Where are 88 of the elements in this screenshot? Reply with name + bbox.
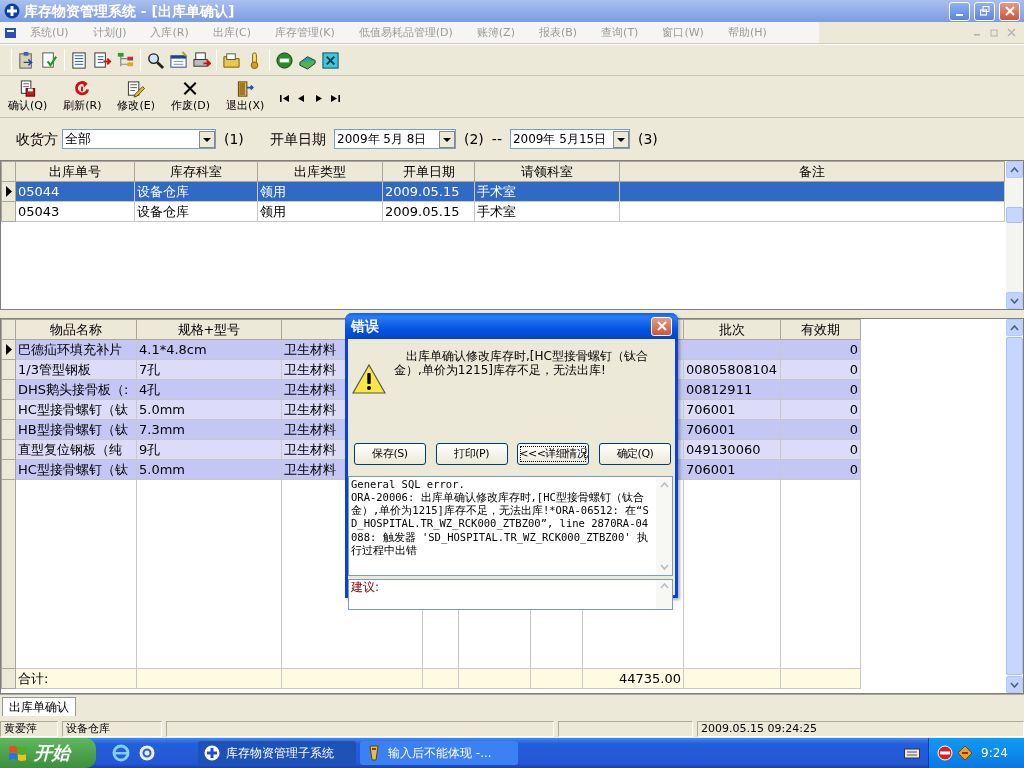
app-shortcut-icon[interactable]	[138, 744, 156, 762]
table-row[interactable]: 05043 设备仓库 领用 2009.05.15 手术室	[1, 201, 1005, 222]
app-cross-icon	[4, 3, 20, 19]
clock: 9:24	[981, 745, 1008, 761]
column-header: 出库类型	[257, 161, 383, 182]
dialog-button[interactable]: 打印(P)	[435, 443, 508, 465]
error-details-text: General SQL error. ORA-20006: 出库单确认修改库存时,[HC型接骨螺钉（钛合金）,单价为1215]库存不足，无法出库!*ORA-06512: 在“SD_HOSPITAL.TR_WZ_RCK000_ZTBZ00”, line 2870RA-04088: 触发器 'SD_HOSPITAL.TR_WZ_RCK000_ZTBZ00' 执行过程中出错	[350, 477, 650, 558]
column-header: 库存科室	[134, 161, 258, 182]
toolbar-button[interactable]: 修改(E)	[113, 80, 160, 113]
close-icon	[1007, 28, 1016, 37]
table-cell: 领用	[257, 201, 383, 222]
tab[interactable]: 出库单确认	[2, 696, 76, 716]
scroll-up-icon[interactable]	[1010, 324, 1019, 331]
app-menu-icon	[4, 25, 18, 40]
column-header: 规格+型号	[136, 319, 282, 340]
date-picker[interactable]: 2009年 5月15日	[509, 129, 630, 149]
suggestion-label: 建议:	[350, 580, 380, 594]
status-time: 2009.05.15 09:24:25	[697, 721, 1024, 737]
restore-icon	[979, 6, 990, 16]
close-icon	[656, 321, 667, 331]
shortcut-hint: (3)	[637, 130, 658, 148]
close-button[interactable]	[999, 1, 1020, 21]
printer-icon[interactable]	[192, 50, 211, 70]
minimize-button[interactable]	[949, 1, 970, 21]
shortcut-hint: (1)	[224, 130, 245, 148]
column-header: 开单日期	[382, 161, 475, 182]
status-user: 黄爱萍	[0, 721, 58, 737]
table-cell: 2009.05.15	[382, 201, 475, 222]
taskbar-button[interactable]: 库存物资管理子系统	[198, 741, 356, 765]
dialog-button[interactable]: 确定(Q)	[598, 443, 671, 465]
last-record-icon[interactable]	[331, 94, 341, 103]
door-exit-icon	[235, 80, 256, 100]
calendar-icon[interactable]	[169, 50, 188, 70]
table-cell: 手术室	[474, 201, 620, 222]
field-label: 开单日期	[270, 130, 326, 148]
folder-icon[interactable]	[222, 50, 241, 70]
scroll-down-icon[interactable]	[1010, 297, 1019, 304]
toolbar-button[interactable]: 刷新(R)	[59, 80, 106, 113]
check-document-icon[interactable]	[40, 50, 59, 70]
field-label: 收货方	[16, 130, 58, 148]
no-entry-icon[interactable]	[937, 745, 953, 761]
row-pointer-icon	[5, 186, 12, 197]
shield-icon[interactable]	[957, 745, 973, 761]
app-cross-icon	[204, 745, 220, 761]
toolbar-button[interactable]: 确认(Q)	[4, 80, 52, 113]
table-row[interactable]: 05044 设备仓库 领用 2009.05.15 手术室	[1, 181, 1005, 202]
close-icon	[1004, 6, 1015, 16]
next-record-icon[interactable]	[314, 94, 324, 103]
dialog-button[interactable]: 保存(S)	[354, 443, 426, 465]
receiver-dropdown[interactable]: 全部	[62, 129, 216, 149]
row-pointer-icon	[5, 344, 12, 355]
table-cell: 设备仓库	[134, 201, 258, 222]
minimize-icon	[956, 14, 963, 16]
previous-record-icon[interactable]	[297, 94, 307, 103]
column-header: 备注	[619, 161, 1005, 182]
taskbar-button[interactable]: 输入后不能体现 -...	[360, 741, 518, 765]
dialog-title: 错误	[351, 317, 379, 335]
column-header: 请领科室	[474, 161, 620, 182]
search-icon[interactable]	[146, 50, 165, 70]
document-arrow-icon[interactable]	[93, 50, 112, 70]
date-picker[interactable]: 2009年 5月 8日	[334, 129, 456, 149]
windows-flag-icon	[8, 744, 28, 762]
minus-circle-icon[interactable]	[275, 50, 294, 70]
edit-document-icon	[126, 80, 147, 100]
range-separator: --	[491, 130, 502, 148]
close-button[interactable]	[651, 316, 672, 336]
scrollbar-thumb[interactable]	[1006, 207, 1023, 223]
column-header: 有效期	[780, 319, 861, 340]
browser-icon[interactable]	[112, 744, 130, 762]
status-department: 设备仓库	[62, 721, 162, 737]
restore-icon	[990, 28, 999, 37]
restore-button[interactable]	[974, 1, 995, 21]
cross-square-icon[interactable]	[321, 50, 340, 70]
warning-icon	[352, 363, 386, 395]
table-cell: 05043	[15, 201, 135, 222]
shortcut-hint: (2)	[464, 130, 484, 148]
keyboard-icon[interactable]	[904, 747, 920, 759]
dialog-button[interactable]: <<<详细情况	[517, 443, 590, 465]
scroll-down-icon[interactable]	[1010, 681, 1019, 688]
column-header: 出库单号	[15, 161, 135, 182]
column-header: 批次	[683, 319, 781, 340]
sheet-icon[interactable]	[70, 50, 89, 70]
first-record-icon[interactable]	[280, 94, 290, 103]
toolbar-button[interactable]: 退出(X)	[222, 80, 269, 113]
scroll-up-icon[interactable]	[1010, 166, 1019, 173]
toolbar-button[interactable]: 作废(D)	[167, 80, 215, 113]
window-title: 库存物资管理系统 - [出库单确认]	[24, 2, 235, 20]
column-header: 物品名称	[15, 319, 137, 340]
